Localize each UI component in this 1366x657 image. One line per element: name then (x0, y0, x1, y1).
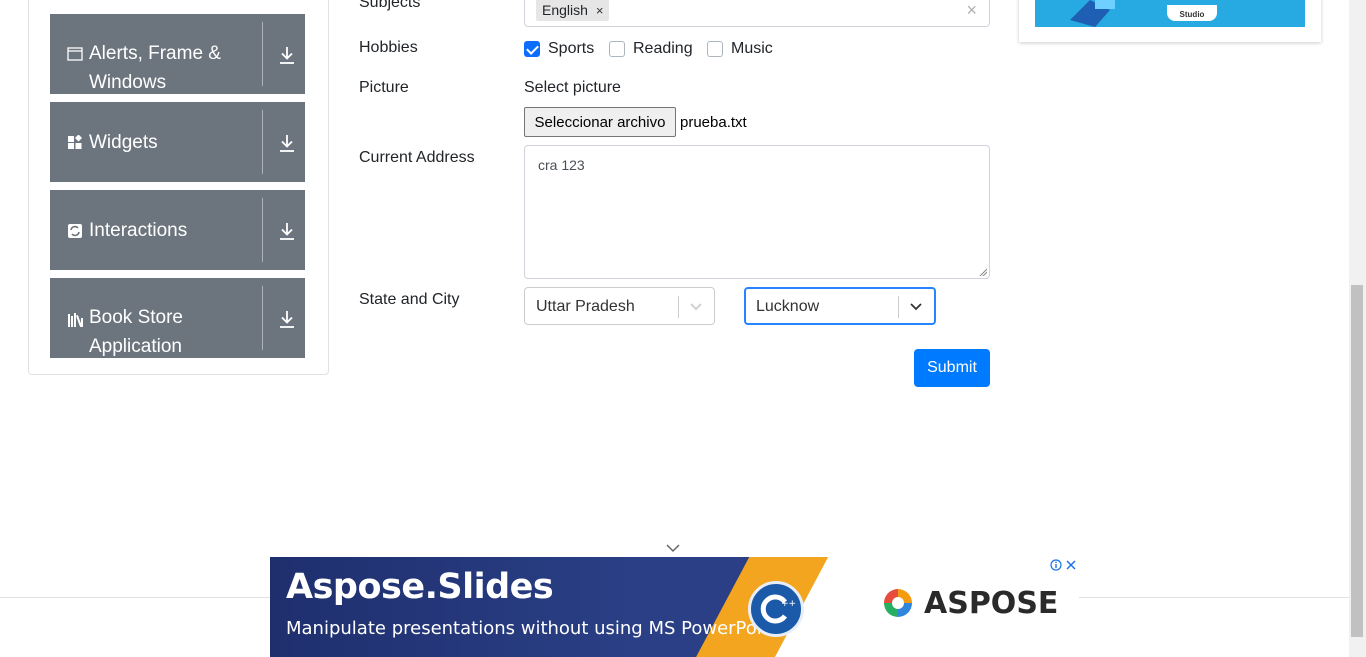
download-icon[interactable] (278, 309, 296, 329)
sidebar-group-label: Widgets (89, 131, 158, 153)
choose-file-button[interactable]: Seleccionar archivo (524, 107, 676, 137)
scrollbar-thumb[interactable] (1351, 285, 1363, 637)
sidebar-group-interactions[interactable]: Interactions (50, 190, 305, 270)
cpp-logo-icon: ++ (748, 581, 804, 637)
subjects-label: Subjects (359, 0, 421, 11)
checkbox-icon[interactable] (609, 41, 625, 57)
sidebar-group-alerts[interactable]: Alerts, Frame & Windows (50, 14, 305, 94)
ad-info-icon[interactable] (1048, 557, 1063, 573)
ad-controls (1048, 557, 1079, 573)
page: Alerts, Frame & Windows Widgets Interact… (0, 0, 1366, 657)
file-name: prueba.txt (680, 114, 747, 131)
ad-decor-icon (1275, 0, 1287, 2)
aspose-logo-icon (884, 589, 912, 617)
side-ad[interactable]: Studio (1019, 0, 1321, 42)
checkbox-checked-icon[interactable] (524, 41, 540, 57)
sidebar-group-book-store[interactable]: Book Store Application (50, 278, 305, 358)
divider (262, 198, 263, 262)
banner-title: Aspose.Slides (286, 567, 554, 607)
remove-chip-icon[interactable]: × (596, 3, 604, 18)
subject-chip: English × (536, 0, 609, 21)
state-city-label: State and City (359, 291, 460, 308)
interactions-icon (68, 224, 82, 238)
picture-label: Picture (359, 79, 409, 96)
divider (262, 22, 263, 86)
hobby-label: Reading (633, 40, 693, 57)
chevron-down-icon[interactable] (908, 298, 924, 314)
select-separator (678, 296, 679, 318)
sidebar-group-label: Alerts, Frame & Windows (89, 43, 221, 93)
resize-handle-icon[interactable] (979, 268, 987, 276)
brand-name: ASPOSE (924, 585, 1059, 621)
subject-chip-label: English (542, 2, 588, 18)
clear-icon[interactable]: × (966, 0, 977, 21)
svg-text:++: ++ (781, 599, 796, 609)
hobby-sports-checkbox[interactable]: Sports (524, 40, 594, 58)
submit-button[interactable]: Submit (914, 349, 990, 387)
ad-image: Studio (1035, 0, 1305, 27)
ad-illustration-icon (1070, 0, 1115, 27)
select-separator (898, 296, 899, 318)
hobby-label: Music (731, 40, 773, 57)
download-icon[interactable] (278, 133, 296, 153)
ad-close-icon[interactable] (1063, 557, 1078, 573)
hobbies-label: Hobbies (359, 39, 418, 56)
download-icon[interactable] (278, 45, 296, 65)
ad-label: Studio (1167, 5, 1217, 21)
window-icon (67, 47, 83, 61)
hobby-label: Sports (548, 40, 595, 57)
banner-subtitle: Manipulate presentations without using M… (286, 618, 781, 639)
download-icon[interactable] (278, 221, 296, 241)
state-select[interactable]: Uttar Pradesh (524, 287, 715, 325)
chevron-down-icon[interactable] (666, 543, 680, 553)
divider (262, 286, 263, 350)
page-scrollbar[interactable] (1349, 0, 1366, 657)
city-value: Lucknow (756, 298, 820, 315)
aspose-brand: ASPOSE (880, 585, 1058, 621)
subjects-input[interactable]: English × × (524, 0, 990, 27)
sidebar-group-label: Book Store Application (89, 307, 183, 357)
current-address-label: Current Address (359, 149, 475, 166)
checkbox-icon[interactable] (707, 41, 723, 57)
aspose-banner-ad[interactable]: Aspose.Slides Manipulate presentations w… (270, 557, 1079, 657)
divider (262, 110, 263, 174)
hobby-reading-checkbox[interactable]: Reading (609, 40, 693, 58)
state-value: Uttar Pradesh (536, 298, 635, 315)
address-value: cra 123 (538, 157, 585, 173)
sidebar-group-widgets[interactable]: Widgets (50, 102, 305, 182)
city-select[interactable]: Lucknow (744, 287, 936, 325)
widgets-icon (68, 135, 83, 149)
current-address-textarea[interactable]: cra 123 (524, 145, 990, 279)
chevron-down-icon[interactable] (688, 298, 704, 314)
select-picture-text: Select picture (524, 79, 621, 96)
hobby-music-checkbox[interactable]: Music (707, 40, 773, 58)
book-store-icon (68, 313, 83, 327)
sidebar-group-label: Interactions (89, 219, 188, 241)
